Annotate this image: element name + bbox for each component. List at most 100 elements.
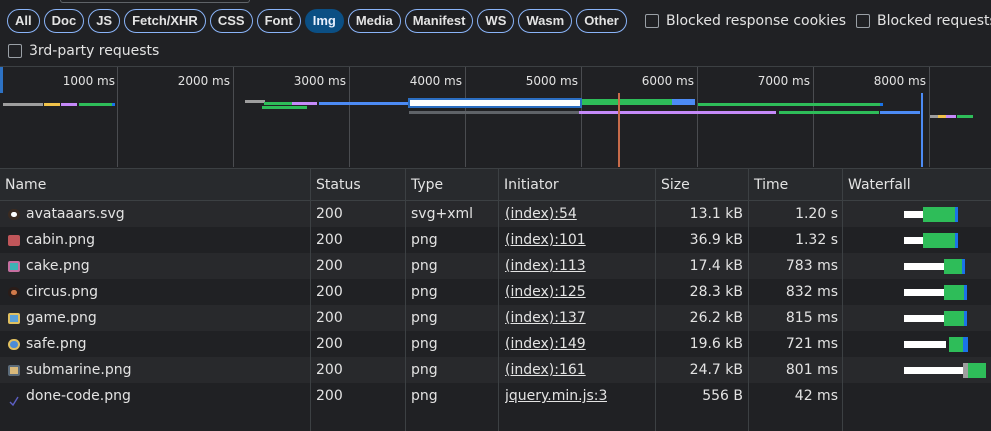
column-divider[interactable] bbox=[842, 168, 843, 431]
column-header-name[interactable]: Name bbox=[0, 169, 46, 201]
column-divider[interactable] bbox=[655, 168, 656, 431]
safe-thumbnail-icon bbox=[8, 338, 20, 350]
initiator-link[interactable]: (index):54 bbox=[505, 201, 577, 227]
overview-request-bar bbox=[672, 99, 695, 105]
initiator-link[interactable]: (index):161 bbox=[505, 357, 586, 383]
initiator-link[interactable]: (index):137 bbox=[505, 305, 586, 331]
waterfall-tail-bar bbox=[963, 337, 968, 352]
waterfall-download-bar bbox=[923, 207, 955, 222]
type-cell: png bbox=[411, 284, 438, 300]
status-cell: 200 bbox=[316, 336, 343, 352]
type-cell: png bbox=[411, 258, 438, 274]
waterfall-tail-bar bbox=[955, 233, 958, 248]
column-header-waterfall[interactable]: Waterfall bbox=[843, 169, 911, 201]
overview-request-bar bbox=[779, 111, 879, 114]
waterfall-cell bbox=[845, 383, 991, 409]
waterfall-cell bbox=[845, 357, 991, 383]
tick-label: 3000 ms bbox=[293, 74, 346, 88]
column-header-initiator[interactable]: Initiator bbox=[499, 169, 559, 201]
column-header-time[interactable]: Time bbox=[749, 169, 788, 201]
filter-chip-all[interactable]: All bbox=[7, 9, 40, 33]
overview-request-bar bbox=[245, 100, 265, 103]
filter-chip-media[interactable]: Media bbox=[347, 9, 401, 33]
avatar-thumbnail-icon bbox=[8, 208, 20, 220]
size-cell: 19.6 kB bbox=[689, 336, 743, 352]
waterfall-waiting-bar bbox=[904, 341, 946, 348]
tick-line bbox=[581, 67, 582, 167]
overview-request-bar bbox=[61, 103, 77, 106]
filter-chip-manifest[interactable]: Manifest bbox=[404, 9, 474, 33]
waterfall-download-bar bbox=[944, 285, 964, 300]
third-party-requests-checkbox[interactable]: 3rd-party requests bbox=[8, 43, 159, 59]
overview-request-bar bbox=[319, 102, 409, 105]
overview-window-handle[interactable] bbox=[0, 67, 3, 93]
time-cell: 721 ms bbox=[785, 336, 838, 352]
filter-chip-js[interactable]: JS bbox=[88, 9, 121, 33]
submarine-thumbnail-icon bbox=[8, 364, 20, 376]
overview-request-bar bbox=[698, 103, 880, 106]
type-cell: png bbox=[411, 232, 438, 248]
filter-chip-ws[interactable]: WS bbox=[477, 9, 515, 33]
status-cell: 200 bbox=[316, 232, 343, 248]
status-cell: 200 bbox=[316, 310, 343, 326]
size-cell: 13.1 kB bbox=[689, 206, 743, 222]
filter-chip-doc[interactable]: Doc bbox=[43, 9, 85, 33]
name-cell: cake.png bbox=[8, 253, 308, 279]
filter-chip-font[interactable]: Font bbox=[256, 9, 301, 33]
blocked-requests-checkbox[interactable]: Blocked requests bbox=[856, 13, 991, 29]
overview-request-bar bbox=[3, 103, 43, 106]
tick-line bbox=[465, 67, 466, 167]
initiator-link[interactable]: (index):125 bbox=[505, 279, 586, 305]
type-cell: png bbox=[411, 310, 438, 326]
waterfall-waiting-bar bbox=[904, 289, 944, 296]
overview-request-bar bbox=[262, 106, 307, 109]
initiator-link[interactable]: jquery.min.js:3 bbox=[505, 383, 607, 409]
network-overview-timeline[interactable]: 1000 ms 2000 ms 3000 ms 4000 ms 5000 ms … bbox=[0, 66, 991, 167]
waterfall-cell bbox=[845, 279, 991, 305]
overview-request-bar bbox=[579, 111, 776, 114]
filter-chip-css[interactable]: CSS bbox=[209, 9, 253, 33]
name-cell: done-code.png bbox=[8, 383, 308, 409]
tick-label: 4000 ms bbox=[409, 74, 462, 88]
column-divider[interactable] bbox=[748, 168, 749, 431]
column-header-status[interactable]: Status bbox=[311, 169, 361, 201]
blocked-response-cookies-checkbox[interactable]: Blocked response cookies bbox=[645, 13, 846, 29]
cabin-thumbnail-icon bbox=[8, 234, 20, 246]
third-party-requests-label: 3rd-party requests bbox=[29, 43, 160, 59]
waterfall-cell bbox=[845, 331, 991, 357]
tick-line bbox=[233, 67, 234, 167]
overview-request-bar bbox=[292, 102, 317, 105]
network-requests-table: Name Status Type Initiator Size Time Wat… bbox=[0, 168, 991, 431]
waterfall-download-bar bbox=[944, 311, 964, 326]
column-divider[interactable] bbox=[310, 168, 311, 431]
filter-chip-fetch-xhr[interactable]: Fetch/XHR bbox=[124, 9, 206, 33]
column-header-size[interactable]: Size bbox=[656, 169, 690, 201]
initiator-link[interactable]: (index):113 bbox=[505, 253, 586, 279]
checkbox-box[interactable] bbox=[645, 14, 659, 28]
filter-chip-wasm[interactable]: Wasm bbox=[518, 9, 573, 33]
tick-line bbox=[813, 67, 814, 167]
overview-request-bar bbox=[957, 115, 973, 118]
name-cell: safe.png bbox=[8, 331, 308, 357]
name-cell: game.png bbox=[8, 305, 308, 331]
filter-chip-img[interactable]: Img bbox=[304, 9, 344, 33]
waterfall-cell bbox=[845, 227, 991, 253]
overview-request-bar bbox=[409, 111, 579, 114]
request-name: avataaars.svg bbox=[26, 206, 125, 222]
column-header-type[interactable]: Type bbox=[406, 169, 443, 201]
column-divider[interactable] bbox=[498, 168, 499, 431]
overview-request-bar bbox=[930, 115, 938, 118]
circus-thumbnail-icon bbox=[8, 286, 20, 298]
column-divider[interactable] bbox=[405, 168, 406, 431]
filter-chip-other[interactable]: Other bbox=[576, 9, 627, 33]
request-name: circus.png bbox=[26, 284, 98, 300]
size-cell: 36.9 kB bbox=[689, 232, 743, 248]
checkbox-box[interactable] bbox=[856, 14, 870, 28]
initiator-link[interactable]: (index):101 bbox=[505, 227, 586, 253]
tick-line bbox=[349, 67, 350, 167]
waterfall-download-bar bbox=[949, 337, 963, 352]
initiator-link[interactable]: (index):149 bbox=[505, 331, 586, 357]
checkbox-box[interactable] bbox=[8, 44, 22, 58]
request-name: submarine.png bbox=[26, 362, 132, 378]
tick-label: 6000 ms bbox=[641, 74, 694, 88]
